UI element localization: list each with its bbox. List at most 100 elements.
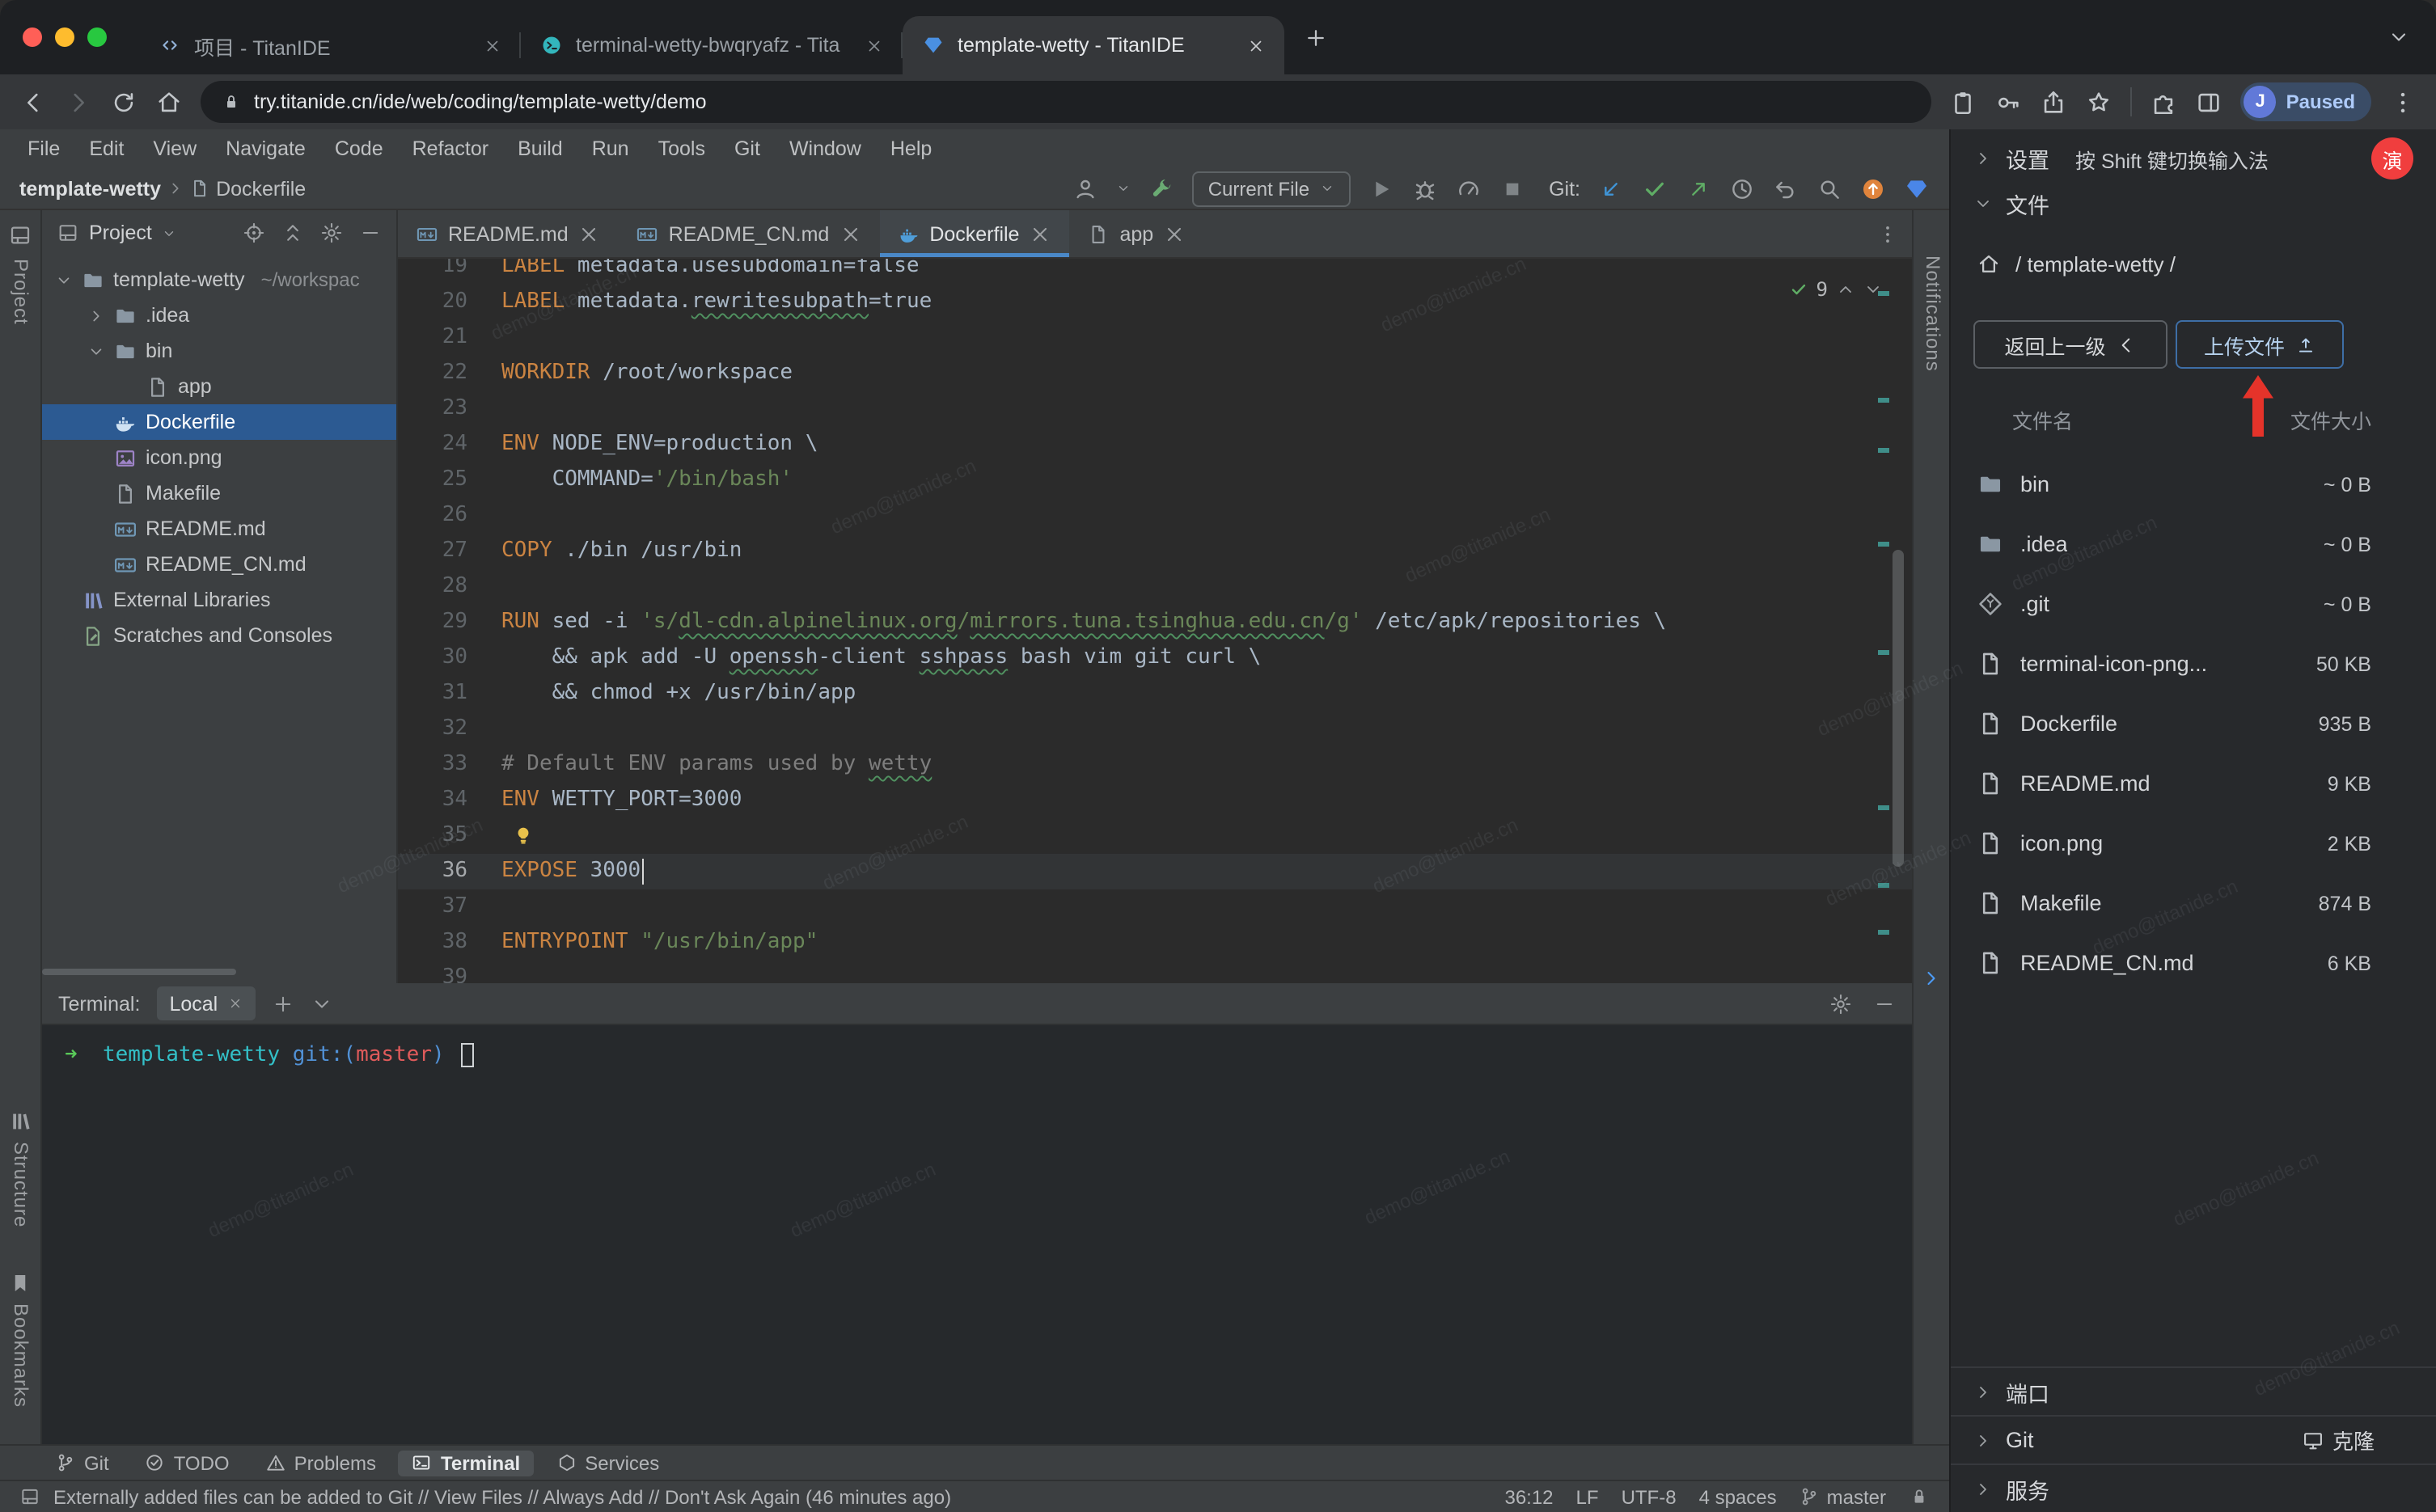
menu-view[interactable]: View xyxy=(138,129,211,168)
profile-chip[interactable]: J Paused xyxy=(2240,82,2371,121)
update-available-icon[interactable] xyxy=(1860,175,1886,201)
menu-refactor[interactable]: Refactor xyxy=(398,129,504,168)
side-panel-icon[interactable] xyxy=(2196,88,2223,116)
breadcrumb-project[interactable]: template-wetty xyxy=(19,177,161,200)
home-button[interactable] xyxy=(155,88,183,116)
bookmark-icon[interactable] xyxy=(2086,88,2113,116)
terminal-settings-icon[interactable] xyxy=(1829,992,1852,1015)
zoom-window-button[interactable] xyxy=(87,27,107,47)
file-row-readme-cn-md[interactable]: README_CN.md 6 KB xyxy=(1951,933,2436,993)
panel-settings-icon[interactable] xyxy=(320,222,343,244)
tab-close-icon[interactable] xyxy=(1163,222,1186,245)
minimize-window-button[interactable] xyxy=(55,27,74,47)
history-icon[interactable] xyxy=(1729,175,1755,201)
terminal-options-icon[interactable] xyxy=(310,992,332,1015)
scrollbar[interactable] xyxy=(1893,550,1904,867)
browser-tab-titanide[interactable]: 项目 - TitanIDE xyxy=(139,16,521,74)
menu-tools[interactable]: Tools xyxy=(644,129,720,168)
close-window-button[interactable] xyxy=(23,27,42,47)
tab-close-icon[interactable] xyxy=(578,222,601,245)
chevron-down-icon[interactable] xyxy=(1116,181,1131,196)
indent-style[interactable]: 4 spaces xyxy=(1699,1485,1777,1508)
titanide-icon[interactable] xyxy=(1904,175,1930,201)
share-icon[interactable] xyxy=(2041,88,2068,116)
tree-item-bin[interactable]: bin xyxy=(42,333,396,369)
build-icon[interactable] xyxy=(1148,175,1174,201)
menu-help[interactable]: Help xyxy=(876,129,946,168)
tree-item-readme-cn-md[interactable]: README_CN.md xyxy=(42,547,396,582)
editor-tab-dockerfile[interactable]: Dockerfile xyxy=(879,210,1070,257)
site-security-icon[interactable] xyxy=(222,92,241,112)
code-area[interactable]: 19 20 21 22 23 24 25 26 27 28 29 30 31 32 33 34 35 36 37 38… xyxy=(398,259,1912,983)
scrollbar[interactable] xyxy=(42,969,236,975)
stripe-bookmarks[interactable]: Bookmarks xyxy=(10,1303,32,1408)
back-button[interactable] xyxy=(19,88,47,116)
tree-item-readme-md[interactable]: README.md xyxy=(42,511,396,547)
tab-close-icon[interactable] xyxy=(1029,222,1051,245)
tree-item-idea[interactable]: .idea xyxy=(42,298,396,333)
project-stripe-icon[interactable] xyxy=(8,223,32,247)
extensions-icon[interactable] xyxy=(2151,88,2178,116)
browser-tab-template-wetty-titanide[interactable]: template-wetty - TitanIDE xyxy=(903,16,1284,74)
file-row-idea[interactable]: .idea ~ 0 B xyxy=(1951,514,2436,574)
git-branch[interactable]: master xyxy=(1800,1485,1886,1508)
collaboration-icon[interactable] xyxy=(1072,175,1098,201)
run-button[interactable] xyxy=(1368,175,1394,201)
stripe-project[interactable]: Project xyxy=(10,259,32,325)
debug-button[interactable] xyxy=(1411,175,1437,201)
line-ending[interactable]: LF xyxy=(1576,1485,1599,1508)
tree-item-app[interactable]: app xyxy=(42,369,396,404)
structure-stripe-icon[interactable] xyxy=(8,1109,32,1134)
commit-icon[interactable] xyxy=(1642,175,1668,201)
upload-file-button[interactable]: 上传文件 xyxy=(2176,320,2344,369)
locate-file-icon[interactable] xyxy=(243,222,265,244)
tree-item-icon-png[interactable]: icon.png xyxy=(42,440,396,475)
undo-icon[interactable] xyxy=(1773,175,1799,201)
file-row-dockerfile[interactable]: Dockerfile 935 B xyxy=(1951,694,2436,754)
git-section-header[interactable]: Git 克隆 xyxy=(1951,1415,2436,1463)
tab-close-icon[interactable] xyxy=(484,36,501,54)
minimize-terminal-icon[interactable] xyxy=(1873,992,1896,1015)
tree-item-makefile[interactable]: Makefile xyxy=(42,475,396,511)
stripe-notifications[interactable]: Notifications xyxy=(1922,256,1944,372)
files-section-header[interactable]: 文件 xyxy=(1951,181,2436,226)
menu-git[interactable]: Git xyxy=(720,129,775,168)
tab-close-icon[interactable] xyxy=(839,222,861,245)
tab-close-icon[interactable] xyxy=(865,36,883,54)
next-issue-icon[interactable] xyxy=(1863,280,1883,299)
file-row-terminal-icon-png[interactable]: terminal-icon-png... 50 KB xyxy=(1951,634,2436,694)
password-manager-icon[interactable] xyxy=(1995,88,2023,116)
prev-issue-icon[interactable] xyxy=(1836,280,1855,299)
tool-window-switcher-icon[interactable] xyxy=(19,1486,40,1507)
tool-window-button-git[interactable]: Git xyxy=(42,1450,122,1476)
home-icon[interactable] xyxy=(1977,251,2001,276)
file-row-git[interactable]: .git ~ 0 B xyxy=(1951,574,2436,634)
editor-tab-options-icon[interactable] xyxy=(1876,223,1899,246)
close-icon[interactable] xyxy=(227,996,242,1011)
menu-build[interactable]: Build xyxy=(503,129,577,168)
chevron-down-icon[interactable] xyxy=(55,271,73,289)
file-row-icon-png[interactable]: icon.png 2 KB xyxy=(1951,813,2436,873)
bookmarks-stripe-icon[interactable] xyxy=(8,1271,32,1295)
tree-item-scratches-and-consoles[interactable]: Scratches and Consoles xyxy=(42,618,396,653)
collapse-all-icon[interactable] xyxy=(281,222,304,244)
editor-tab-readme-cn-md[interactable]: README_CN.md xyxy=(619,210,880,257)
editor-tab-readme-md[interactable]: README.md xyxy=(398,210,619,257)
tree-item-template-wetty[interactable]: template-wetty ~/workspac xyxy=(42,262,396,298)
run-config-dropdown[interactable]: Current File xyxy=(1191,171,1351,206)
browser-tab-terminal-wetty-bwqryafz-tita[interactable]: terminal-wetty-bwqryafz - Tita xyxy=(521,16,903,74)
browser-menu-icon[interactable] xyxy=(2389,88,2417,116)
menu-file[interactable]: File xyxy=(13,129,74,168)
hide-panel-icon[interactable] xyxy=(359,222,382,244)
tab-search-button[interactable] xyxy=(2387,26,2410,49)
project-view-icon[interactable] xyxy=(57,222,79,244)
stop-button[interactable] xyxy=(1499,175,1525,201)
reload-button[interactable] xyxy=(110,88,137,116)
new-tab-button[interactable] xyxy=(1304,25,1328,49)
address-bar[interactable]: try.titanide.cn/ide/web/coding/template-… xyxy=(201,81,1932,123)
terminal-tab-local[interactable]: Local xyxy=(156,986,256,1020)
push-icon[interactable] xyxy=(1685,175,1711,201)
file-row-makefile[interactable]: Makefile 874 B xyxy=(1951,873,2436,933)
update-project-icon[interactable] xyxy=(1598,175,1624,201)
menu-run[interactable]: Run xyxy=(577,129,644,168)
